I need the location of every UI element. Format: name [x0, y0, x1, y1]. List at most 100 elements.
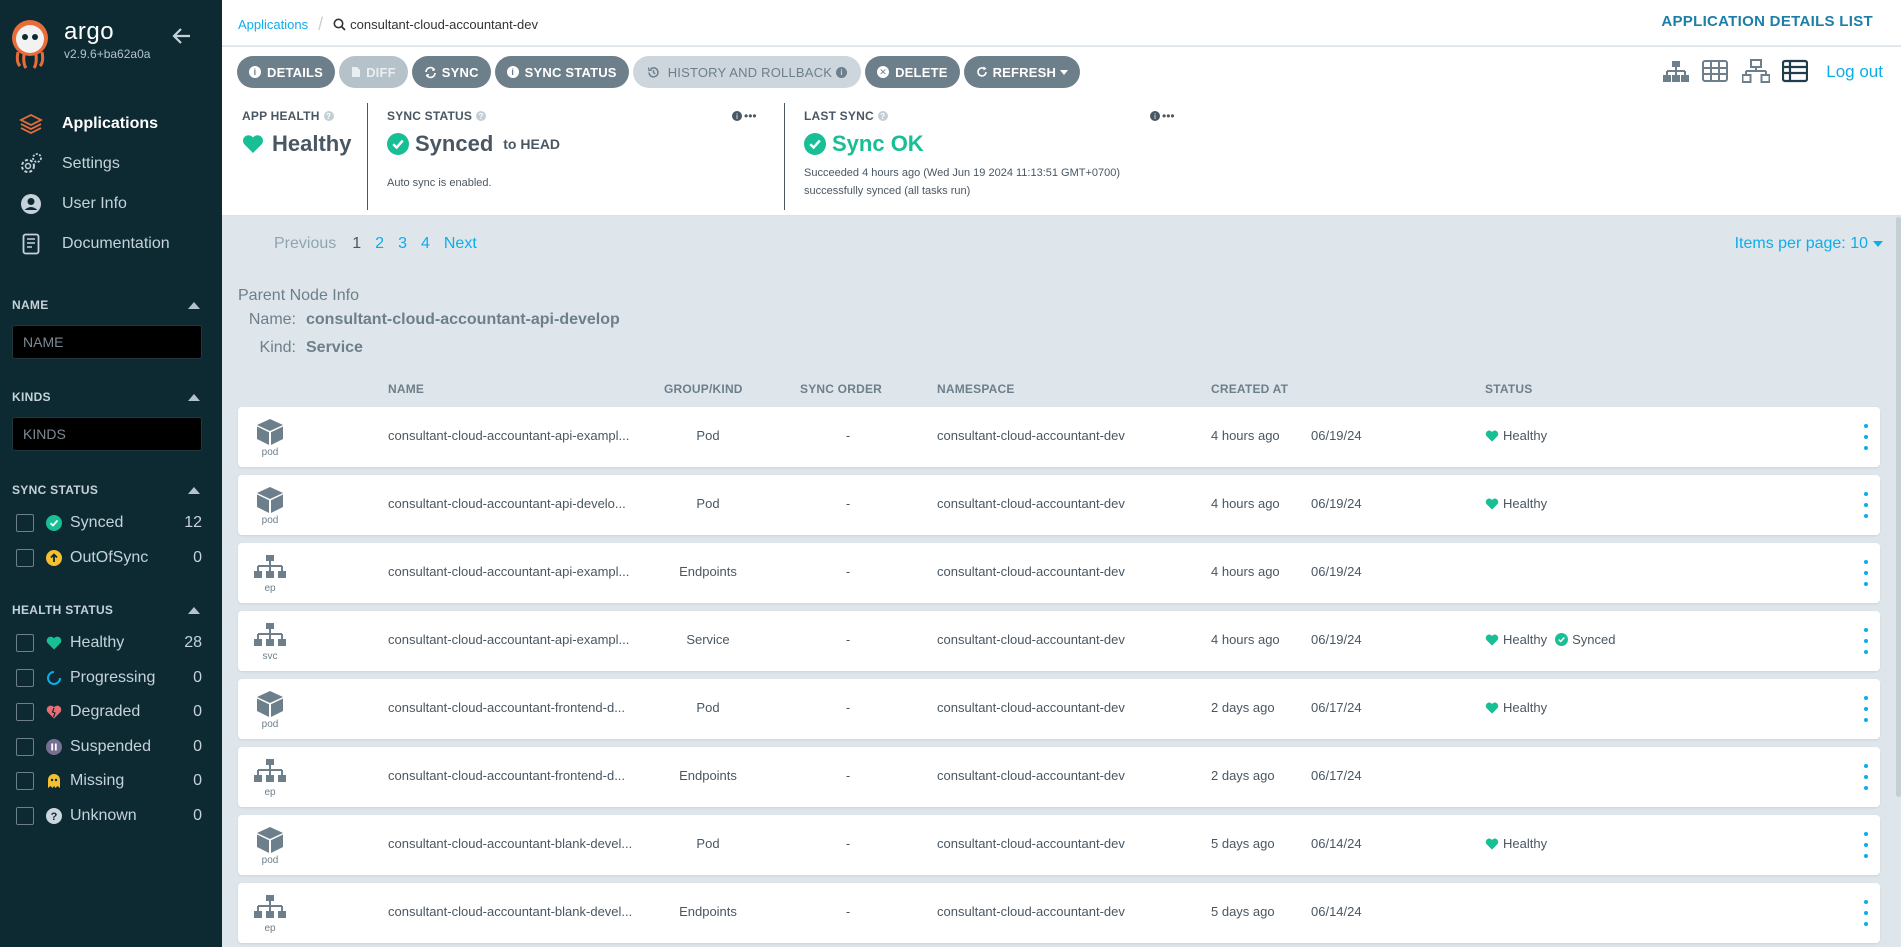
list-view-icon[interactable]: [1782, 59, 1810, 85]
sync-status-button[interactable]: i SYNC STATUS: [494, 56, 629, 88]
filter-degraded[interactable]: Degraded 0: [12, 695, 202, 730]
collapse-caret-icon[interactable]: [188, 606, 200, 614]
header-sync-order[interactable]: SYNC ORDER: [800, 382, 882, 396]
filter-label: Synced: [70, 514, 124, 532]
diff-button[interactable]: DIFF: [339, 56, 408, 88]
health-status: Healthy: [1503, 836, 1548, 851]
checkbox[interactable]: [16, 514, 34, 533]
checkbox[interactable]: [16, 703, 34, 722]
filter-suspended[interactable]: Suspended 0: [12, 730, 202, 765]
filter-title: SYNC STATUS: [12, 483, 99, 497]
filter-healthy[interactable]: Healthy 28: [12, 626, 202, 661]
row-actions-menu-icon[interactable]: [1862, 832, 1870, 858]
row-actions-menu-icon[interactable]: [1862, 696, 1870, 722]
table-row[interactable]: pod consultant-cloud-accountant-blank-dev…: [238, 815, 1880, 875]
sync-button[interactable]: SYNC: [411, 56, 491, 88]
table-row[interactable]: ep consultant-cloud-accountant-api-exampl…: [238, 543, 1880, 603]
last-sync-block[interactable]: LAST SYNC? Sync OK Succeeded 4 hours ago…: [804, 109, 1120, 197]
question-icon[interactable]: ?: [877, 111, 888, 121]
kinds-filter-input[interactable]: [12, 417, 202, 451]
row-actions-menu-icon[interactable]: [1862, 764, 1870, 790]
filter-progressing[interactable]: Progressing 0: [12, 661, 202, 696]
checkbox[interactable]: [16, 772, 34, 791]
logout-link[interactable]: Log out: [1826, 62, 1883, 82]
row-actions-menu-icon[interactable]: [1862, 560, 1870, 586]
page-2[interactable]: 2: [375, 235, 384, 253]
history-rollback-button[interactable]: HISTORY AND ROLLBACK i: [632, 56, 862, 88]
table-row[interactable]: pod consultant-cloud-accountant-api-examp…: [238, 407, 1880, 467]
name-filter-input[interactable]: [12, 325, 202, 359]
header-name[interactable]: NAME: [388, 382, 424, 396]
pods-grid-icon[interactable]: [1702, 59, 1730, 85]
items-per-page-select[interactable]: Items per page: 10: [1735, 235, 1883, 253]
checkbox[interactable]: [16, 634, 34, 653]
row-actions-menu-icon[interactable]: [1862, 424, 1870, 450]
checkbox[interactable]: [16, 737, 34, 756]
page-4[interactable]: 4: [421, 235, 430, 253]
nav-item-applications[interactable]: Applications: [0, 104, 222, 144]
sync-order: -: [845, 428, 851, 443]
last-sync-more[interactable]: i •••: [1150, 109, 1175, 123]
sync-target: to HEAD: [503, 136, 561, 152]
collapse-caret-icon[interactable]: [188, 486, 200, 494]
logo[interactable]: argo v2.9.6+ba62a0a: [10, 18, 150, 70]
scrollbar[interactable]: [1896, 217, 1901, 797]
network-view-icon[interactable]: [1741, 59, 1771, 85]
page-1[interactable]: 1: [352, 235, 361, 253]
header-namespace[interactable]: NAMESPACE: [937, 382, 1015, 396]
filter-synced[interactable]: Synced 12: [12, 506, 202, 541]
header-created-at[interactable]: CREATED AT: [1211, 382, 1288, 396]
header-status[interactable]: STATUS: [1485, 382, 1532, 396]
filter-count: 0: [193, 668, 202, 686]
header-group-kind[interactable]: GROUP/KIND: [664, 382, 743, 396]
checkbox[interactable]: [16, 806, 34, 825]
created-age: 4 hours ago: [1211, 428, 1280, 443]
last-sync-time: Succeeded 4 hours ago (Wed Jun 19 2024 1…: [804, 167, 1121, 179]
tree-view-icon[interactable]: [1662, 59, 1690, 85]
details-button[interactable]: i DETAILS: [237, 56, 336, 88]
page-3[interactable]: 3: [398, 235, 407, 253]
button-label: DELETE: [895, 64, 948, 80]
table-row[interactable]: svc consultant-cloud-accountant-api-examp…: [238, 611, 1880, 671]
nav-item-documentation[interactable]: Documentation: [0, 224, 222, 264]
breadcrumb-current[interactable]: consultant-cloud-accountant-dev: [333, 17, 538, 32]
sync-status-block[interactable]: SYNC STATUS? Synced to HEAD Auto sync is…: [387, 109, 560, 189]
collapse-caret-icon[interactable]: [188, 393, 200, 401]
heart-icon: [1485, 498, 1499, 510]
sync-status-more[interactable]: i •••: [732, 109, 757, 123]
refresh-button[interactable]: REFRESH: [963, 56, 1081, 88]
filter-outofsync[interactable]: OutOfSync 0: [12, 541, 202, 576]
button-label: DIFF: [366, 64, 396, 80]
info-icon: i: [836, 66, 848, 78]
filter-missing[interactable]: Missing 0: [12, 764, 202, 799]
next-page-button[interactable]: Next: [444, 235, 477, 253]
question-icon[interactable]: ?: [476, 111, 487, 121]
nav-item-user-info[interactable]: User Info: [0, 184, 222, 224]
collapse-sidebar-button[interactable]: [170, 24, 194, 48]
row-actions-menu-icon[interactable]: [1862, 628, 1870, 654]
question-circle-icon: ?: [46, 807, 62, 824]
breadcrumb-applications-link[interactable]: Applications: [238, 17, 308, 32]
row-actions-menu-icon[interactable]: [1862, 900, 1870, 926]
sync-status: Synced: [1572, 632, 1616, 647]
table-row[interactable]: ep consultant-cloud-accountant-frontend-d…: [238, 747, 1880, 807]
sync-order: -: [845, 904, 851, 919]
view-switcher: Log out: [1662, 59, 1883, 85]
delete-button[interactable]: ✕ DELETE: [865, 56, 960, 88]
network-icon: ep: [252, 758, 288, 800]
nav-item-settings[interactable]: Settings: [0, 144, 222, 184]
checkbox[interactable]: [16, 548, 34, 567]
table-row[interactable]: ep consultant-cloud-accountant-blank-deve…: [238, 883, 1880, 943]
sidebar-nav: Applications Settings User Info Document…: [0, 104, 222, 264]
filter-unknown[interactable]: ? Unknown 0: [12, 799, 202, 834]
parent-node-info: Parent Node Info Name: consultant-cloud-a…: [238, 287, 620, 357]
table-row[interactable]: pod consultant-cloud-accountant-api-devel…: [238, 475, 1880, 535]
previous-page-button[interactable]: Previous: [274, 235, 336, 253]
row-actions-menu-icon[interactable]: [1862, 492, 1870, 518]
book-icon: [18, 231, 44, 257]
collapse-caret-icon[interactable]: [188, 301, 200, 309]
table-row[interactable]: pod consultant-cloud-accountant-frontend-…: [238, 679, 1880, 739]
question-icon[interactable]: ?: [323, 111, 334, 121]
app-health-block[interactable]: APP HEALTH? Healthy: [242, 109, 351, 157]
checkbox[interactable]: [16, 668, 34, 687]
